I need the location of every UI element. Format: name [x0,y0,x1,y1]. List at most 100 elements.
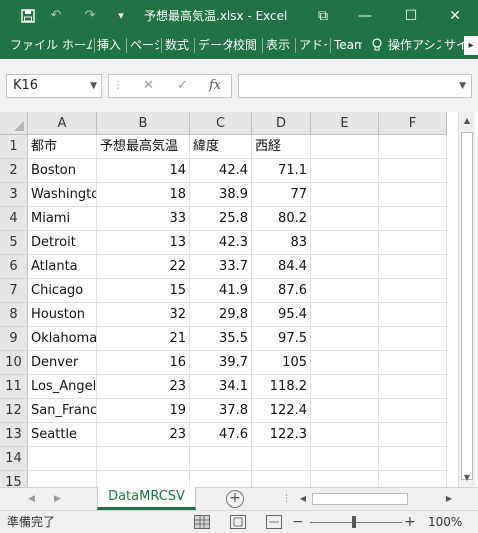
cell-F7[interactable] [379,279,447,303]
cell-E2[interactable] [311,159,379,183]
row-header[interactable]: 5 [0,231,28,255]
vertical-scrollbar[interactable]: ▲ ▼ [458,112,475,488]
cell-E8[interactable] [311,303,379,327]
sheet-tab-active[interactable]: DataMRCSV [97,487,196,510]
zoom-slider-thumb[interactable] [352,516,356,528]
cell-C14[interactable] [190,447,252,471]
column-header[interactable]: A [28,112,97,135]
cell-A10[interactable]: Denver [28,351,97,375]
insert-function-button[interactable]: fx [209,75,221,97]
maximize-button[interactable]: ☐ [390,0,432,32]
cell-C1[interactable]: 緯度 [190,135,252,159]
cell-F5[interactable] [379,231,447,255]
cell-D3[interactable]: 77 [252,183,311,207]
tab-split-handle-icon[interactable]: ⋮ [282,488,291,510]
cell-B14[interactable] [97,447,190,471]
tab-home[interactable]: ホーム [62,32,92,59]
normal-view-button[interactable] [194,515,210,529]
cell-C6[interactable]: 33.7 [190,255,252,279]
cell-F11[interactable] [379,375,447,399]
cell-C8[interactable]: 29.8 [190,303,252,327]
cell-A13[interactable]: Seattle [28,423,97,447]
sheet-nav-next-icon[interactable]: ▶ [54,488,61,510]
cell-E7[interactable] [311,279,379,303]
tell-me-search[interactable]: 操作アシス [388,32,441,59]
redo-icon[interactable]: ↷ [80,0,100,32]
scroll-left-icon[interactable]: ◀ [296,491,310,507]
cell-B9[interactable]: 21 [97,327,190,351]
cell-F12[interactable] [379,399,447,423]
horizontal-scrollbar[interactable]: ◀ ▶ [296,491,458,507]
column-header[interactable]: B [97,112,190,135]
cell-E5[interactable] [311,231,379,255]
cell-E11[interactable] [311,375,379,399]
cell-D7[interactable]: 87.6 [252,279,311,303]
cell-A2[interactable]: Boston [28,159,97,183]
cell-D9[interactable]: 97.5 [252,327,311,351]
cell-F10[interactable] [379,351,447,375]
close-button[interactable]: ✕ [434,0,476,32]
cell-D10[interactable]: 105 [252,351,311,375]
tab-page-layout[interactable]: ページ [130,32,159,59]
enter-icon[interactable]: ✓ [177,75,188,97]
chevron-down-icon[interactable]: ▼ [90,75,97,97]
row-header[interactable]: 9 [0,327,28,351]
tab-review[interactable]: 校閲 [233,32,257,59]
cell-B8[interactable]: 32 [97,303,190,327]
select-all-button[interactable] [0,112,28,135]
cell-E6[interactable] [311,255,379,279]
cell-A4[interactable]: Miami [28,207,97,231]
cell-D13[interactable]: 122.3 [252,423,311,447]
cell-D11[interactable]: 118.2 [252,375,311,399]
cell-C11[interactable]: 34.1 [190,375,252,399]
zoom-level[interactable]: 100% [428,511,462,533]
tab-formulas[interactable]: 数式 [165,32,189,59]
cell-B1[interactable]: 予想最高気温 [97,135,190,159]
cell-B10[interactable]: 16 [97,351,190,375]
cell-A8[interactable]: Houston [28,303,97,327]
cell-E14[interactable] [311,447,379,471]
cell-A3[interactable]: Washington [28,183,97,207]
cell-A14[interactable] [28,447,97,471]
row-header[interactable]: 11 [0,375,28,399]
cell-C10[interactable]: 39.7 [190,351,252,375]
scroll-right-icon[interactable]: ▶ [442,491,456,507]
cell-F13[interactable] [379,423,447,447]
cell-E1[interactable] [311,135,379,159]
cell-B12[interactable]: 19 [97,399,190,423]
tab-team[interactable]: Team [334,32,362,59]
cell-F3[interactable] [379,183,447,207]
cell-C9[interactable]: 35.5 [190,327,252,351]
cell-D6[interactable]: 84.4 [252,255,311,279]
cell-A11[interactable]: Los_Angeles [28,375,97,399]
cancel-icon[interactable]: ✕ [143,75,154,97]
cell-D1[interactable]: 西経 [252,135,311,159]
cell-A9[interactable]: Oklahoma [28,327,97,351]
cell-F4[interactable] [379,207,447,231]
row-header[interactable]: 4 [0,207,28,231]
cell-B11[interactable]: 23 [97,375,190,399]
tab-add-ins[interactable]: アドイ [299,32,327,59]
cell-E3[interactable] [311,183,379,207]
sheet-nav-prev-icon[interactable]: ◀ [28,488,35,510]
cell-B7[interactable]: 15 [97,279,190,303]
ribbon-display-options-icon[interactable]: ⧉ [302,0,344,32]
cell-F1[interactable] [379,135,447,159]
cell-B5[interactable]: 13 [97,231,190,255]
cell-D4[interactable]: 80.2 [252,207,311,231]
horizontal-scroll-thumb[interactable] [312,493,408,505]
cell-A6[interactable]: Atlanta [28,255,97,279]
cell-D14[interactable] [252,447,311,471]
cell-F2[interactable] [379,159,447,183]
cell-C13[interactable]: 47.6 [190,423,252,447]
column-header[interactable]: F [379,112,447,135]
column-header[interactable]: C [190,112,252,135]
cell-C5[interactable]: 42.3 [190,231,252,255]
row-header[interactable]: 6 [0,255,28,279]
page-break-view-button[interactable] [266,515,282,529]
ribbon-scroll-right-button[interactable]: ▸ [464,36,478,55]
cell-E4[interactable] [311,207,379,231]
cell-B2[interactable]: 14 [97,159,190,183]
cell-D2[interactable]: 71.1 [252,159,311,183]
cell-C7[interactable]: 41.9 [190,279,252,303]
